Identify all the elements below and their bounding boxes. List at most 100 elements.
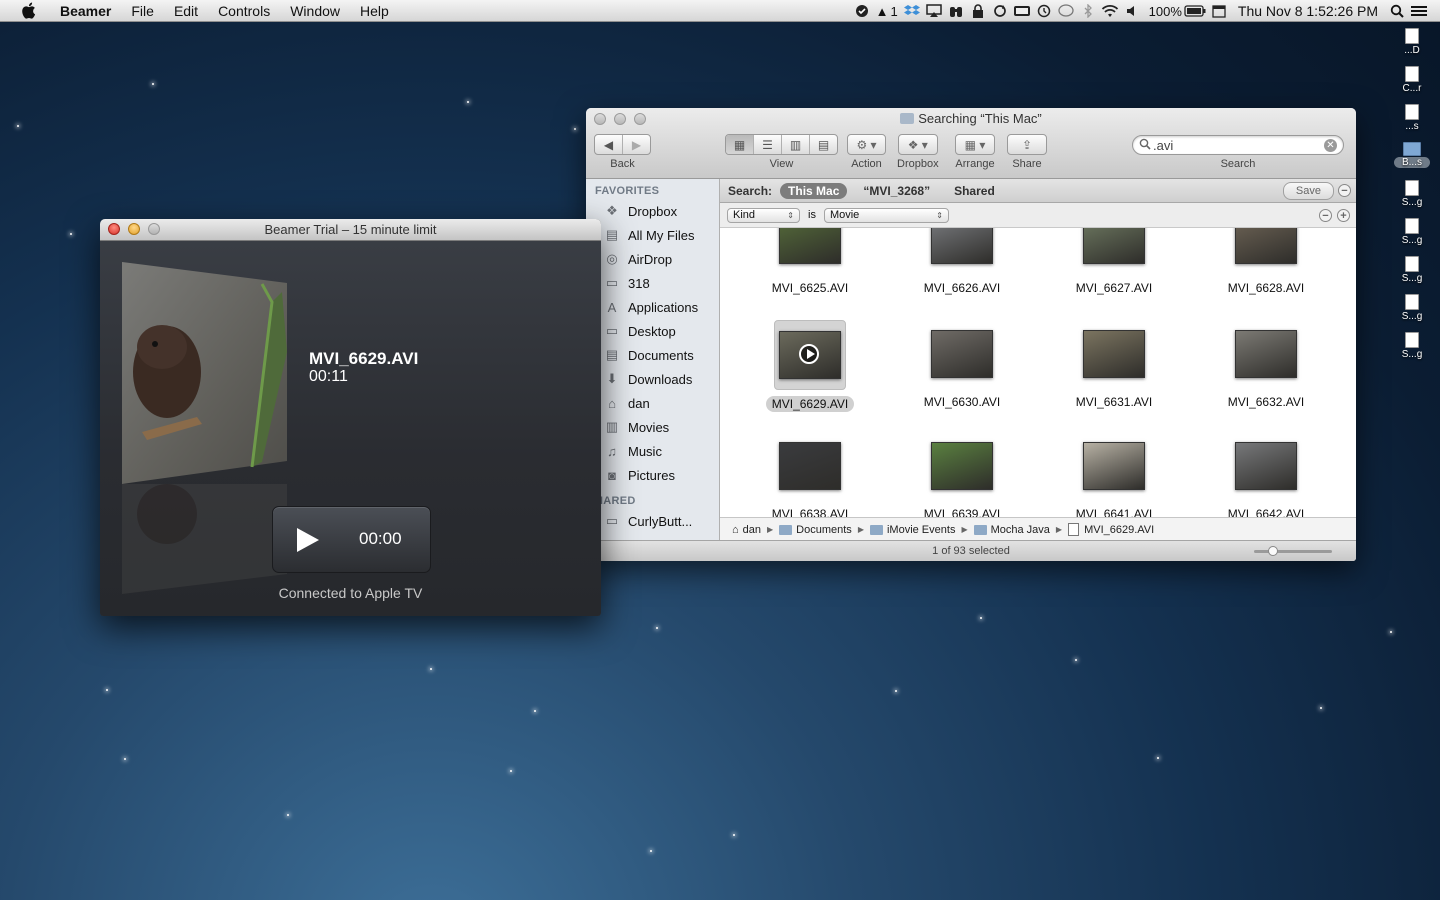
time-machine-icon[interactable] xyxy=(1033,3,1055,19)
calendar-icon[interactable] xyxy=(1208,3,1230,19)
path-item-imovie-events[interactable]: iMovie Events xyxy=(869,524,955,536)
file-item[interactable]: MVI_6625.AVI xyxy=(734,228,886,296)
check-status-icon[interactable] xyxy=(851,3,873,19)
slider-knob[interactable] xyxy=(1268,546,1278,556)
app-menu-beamer[interactable]: Beamer xyxy=(52,3,121,19)
view-group: ▦ ☰ ▥ ▤ View xyxy=(725,134,838,170)
binoculars-icon[interactable] xyxy=(945,3,967,19)
sidebar-item-pictures[interactable]: ◙ Pictures xyxy=(586,463,719,487)
path-item-documents[interactable]: Documents xyxy=(779,524,852,536)
share-button[interactable]: ⇪ xyxy=(1007,134,1047,155)
remove-criteria-icon[interactable]: − xyxy=(1319,209,1332,222)
wifi-icon[interactable] xyxy=(1099,3,1121,19)
desktop-file[interactable]: ...D xyxy=(1394,28,1430,56)
desktop-file[interactable]: C...r xyxy=(1394,66,1430,94)
column-view-button[interactable]: ▥ xyxy=(782,135,810,154)
file-item[interactable]: MVI_6629.AVI xyxy=(734,320,886,412)
menu-file[interactable]: File xyxy=(121,3,164,19)
sidebar-item-all-my-files[interactable]: ▤ All My Files xyxy=(586,223,719,247)
scope-this-mac[interactable]: This Mac xyxy=(780,182,848,199)
desktop-file[interactable]: S...g xyxy=(1394,256,1430,284)
airplay-icon[interactable] xyxy=(923,3,945,19)
file-item[interactable]: MVI_6628.AVI xyxy=(1190,228,1342,296)
list-view-button[interactable]: ☰ xyxy=(754,135,782,154)
sidebar-item-airdrop[interactable]: ◎ AirDrop xyxy=(586,247,719,271)
file-item[interactable]: MVI_6641.AVI xyxy=(1038,432,1190,517)
sidebar-item-home[interactable]: ⌂ dan xyxy=(586,391,719,415)
file-item[interactable]: MVI_6627.AVI xyxy=(1038,228,1190,296)
file-item[interactable]: MVI_6631.AVI xyxy=(1038,320,1190,410)
dropbox-button[interactable]: ❖ ▾ xyxy=(897,134,938,155)
file-item[interactable]: MVI_6639.AVI xyxy=(886,432,1038,517)
dropbox-status-icon[interactable] xyxy=(901,3,923,19)
bluetooth-icon[interactable] xyxy=(1077,3,1099,19)
sidebar-item-shared-computer[interactable]: ▭ CurlyButt... xyxy=(586,509,719,533)
back-button[interactable]: ◀ xyxy=(595,135,623,154)
desktop-file[interactable]: S...g xyxy=(1394,218,1430,246)
menubar-clock[interactable]: Thu Nov 8 1:52:26 PM xyxy=(1238,3,1378,19)
action-button[interactable]: ⚙ ▾ xyxy=(847,134,886,155)
adobe-updater-icon[interactable]: ▲ 1 xyxy=(873,3,901,19)
menu-window[interactable]: Window xyxy=(280,3,350,19)
criteria-attribute-popup[interactable]: Kind ⇕ xyxy=(727,207,800,223)
scope-shared[interactable]: Shared xyxy=(946,183,1003,199)
sidebar-item-downloads[interactable]: ⬇ Downloads xyxy=(586,367,719,391)
spotlight-icon[interactable] xyxy=(1386,3,1408,19)
sidebar-item-music[interactable]: ♫ Music xyxy=(586,439,719,463)
sidebar-item-applications[interactable]: A Applications xyxy=(586,295,719,319)
save-search-button[interactable]: Save xyxy=(1282,182,1334,200)
play-icon[interactable] xyxy=(799,344,819,364)
file-item[interactable]: MVI_6638.AVI xyxy=(734,432,886,517)
sync-icon[interactable] xyxy=(989,3,1011,19)
desktop-file[interactable]: S...g xyxy=(1394,180,1430,208)
path-item-home[interactable]: ⌂ dan xyxy=(732,524,761,536)
sidebar-item-dropbox[interactable]: ❖ Dropbox xyxy=(586,199,719,223)
file-item[interactable]: MVI_6632.AVI xyxy=(1190,320,1342,410)
clear-search-icon[interactable]: ✕ xyxy=(1324,138,1337,152)
sidebar-item-documents[interactable]: ▤ Documents xyxy=(586,343,719,367)
icon-view-button[interactable]: ▦ xyxy=(726,135,754,154)
lock-icon[interactable] xyxy=(967,3,989,19)
document-icon xyxy=(1405,294,1419,310)
display-icon[interactable] xyxy=(1011,3,1033,19)
notification-center-icon[interactable] xyxy=(1408,3,1430,19)
sidebar-item-movies[interactable]: ▥ Movies xyxy=(586,415,719,439)
arrange-button[interactable]: ▦ ▾ xyxy=(955,134,995,155)
file-item[interactable]: MVI_6642.AVI xyxy=(1190,432,1342,517)
desktop-file[interactable]: S...g xyxy=(1394,294,1430,322)
add-criteria-icon[interactable]: + xyxy=(1337,209,1350,222)
airdrop-icon: ◎ xyxy=(606,251,618,266)
scope-folder[interactable]: “MVI_3268” xyxy=(855,183,938,199)
menu-edit[interactable]: Edit xyxy=(164,3,208,19)
action-group: ⚙ ▾ Action xyxy=(847,134,886,170)
apple-menu-icon[interactable] xyxy=(18,1,38,21)
play-icon[interactable] xyxy=(297,528,319,552)
file-name: MVI_6630.AVI xyxy=(923,395,1001,409)
messages-icon[interactable] xyxy=(1055,3,1077,19)
forward-button[interactable]: ▶ xyxy=(623,135,650,154)
video-thumbnail xyxy=(1235,228,1297,264)
video-thumbnail xyxy=(1083,228,1145,264)
sidebar-item-desktop[interactable]: ▭ Desktop xyxy=(586,319,719,343)
path-item-file[interactable]: MVI_6629.AVI xyxy=(1068,523,1154,536)
desktop-file[interactable]: ...s xyxy=(1394,104,1430,132)
desktop-file[interactable]: S...g xyxy=(1394,332,1430,360)
battery-percent[interactable]: 100% xyxy=(1149,4,1182,19)
criteria-value-popup[interactable]: Movie ⇕ xyxy=(823,207,949,223)
documents-icon: ▤ xyxy=(605,347,619,362)
coverflow-view-button[interactable]: ▤ xyxy=(810,135,837,154)
menu-help[interactable]: Help xyxy=(350,3,399,19)
file-item[interactable]: MVI_6626.AVI xyxy=(886,228,1038,296)
finder-window: Searching “This Mac” ◀ ▶ Back ▦ ☰ ▥ ▤ Vie… xyxy=(586,108,1356,561)
search-input[interactable]: .avi ✕ xyxy=(1132,135,1344,155)
file-name: MVI_6642.AVI xyxy=(1227,507,1305,517)
file-item[interactable]: MVI_6630.AVI xyxy=(886,320,1038,410)
sidebar-item-318[interactable]: ▭ 318 xyxy=(586,271,719,295)
battery-icon[interactable] xyxy=(1182,3,1208,19)
desktop-folder[interactable]: B...s xyxy=(1394,142,1430,168)
menu-controls[interactable]: Controls xyxy=(208,3,280,19)
volume-icon[interactable] xyxy=(1121,3,1143,19)
close-search-icon[interactable]: − xyxy=(1338,184,1351,197)
icon-size-slider[interactable] xyxy=(1254,546,1332,556)
path-item-mocha-java[interactable]: Mocha Java xyxy=(973,524,1050,536)
